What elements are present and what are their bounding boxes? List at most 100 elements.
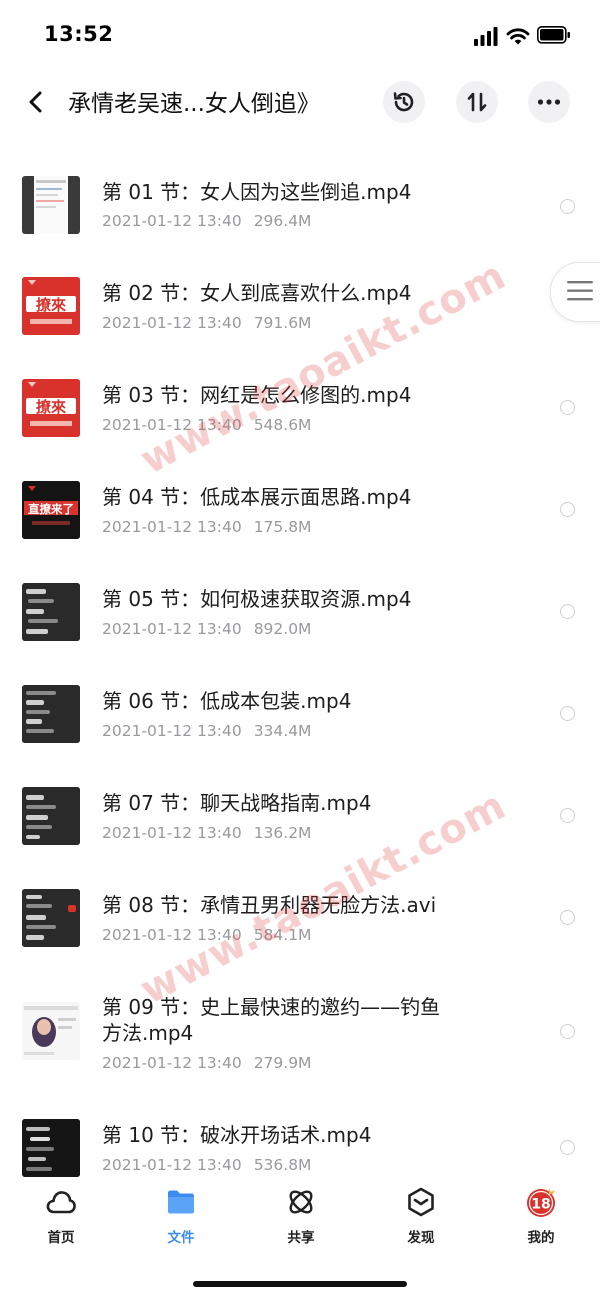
video-thumbnail — [22, 787, 80, 845]
tab-home[interactable]: 首页 — [21, 1186, 101, 1246]
select-radio[interactable] — [560, 502, 575, 517]
file-date: 2021-01-12 13:40 — [102, 1156, 242, 1174]
share-orbit-icon — [289, 1190, 313, 1214]
file-name: 第 05 节：如何极速获取资源.mp4 — [102, 587, 412, 611]
file-meta: 2021-01-12 13:40 279.9M — [102, 1054, 311, 1072]
file-meta: 2021-01-12 13:40 334.4M — [102, 722, 311, 740]
file-size: 791.6M — [253, 314, 312, 332]
discover-icon — [408, 1187, 434, 1217]
file-size: 892.0M — [253, 620, 312, 638]
select-radio[interactable] — [560, 808, 575, 823]
file-size: 296.4M — [253, 212, 312, 230]
status-time: 13:52 — [44, 22, 114, 46]
file-size: 536.8M — [253, 1156, 312, 1174]
tab-share[interactable]: 共享 — [261, 1186, 341, 1246]
select-radio[interactable] — [560, 1140, 575, 1155]
avatar-18-icon: 18 — [527, 1188, 555, 1217]
tab-label: 共享 — [287, 1230, 315, 1246]
file-name: 第 04 节：低成本展示面思路.mp4 — [102, 485, 412, 509]
video-thumbnail — [22, 1002, 80, 1060]
file-row[interactable]: 第 05 节：如何极速获取资源.mp4 2021-01-12 13:40 892.… — [0, 580, 600, 650]
history-button[interactable] — [383, 81, 425, 123]
file-size: 334.4M — [253, 722, 312, 740]
video-thumbnail: 直撩来了 — [22, 481, 80, 539]
sort-arrows-icon — [467, 92, 487, 112]
tab-files[interactable]: 文件 — [141, 1186, 221, 1246]
page-title: 承情老吴速...女人倒追》 — [68, 91, 320, 117]
video-thumbnail: 撩來 — [22, 379, 80, 437]
file-name: 第 02 节：女人到底喜欢什么.mp4 — [102, 281, 412, 305]
file-meta: 2021-01-12 13:40 548.6M — [102, 416, 311, 434]
thumbnail-title: 撩來 — [36, 296, 66, 314]
status-bar: 13:52 — [0, 0, 600, 70]
navigation-bar: 承情老吴速...女人倒追》 — [0, 72, 600, 132]
file-row[interactable]: 第 06 节：低成本包装.mp4 2021-01-12 13:40 334.4M — [0, 682, 600, 752]
file-name: 第 03 节：网红是怎么修图的.mp4 — [102, 383, 412, 407]
video-thumbnail — [22, 1119, 80, 1177]
file-name: 第 01 节：女人因为这些倒追.mp4 — [102, 180, 412, 204]
file-row[interactable]: 第 09 节：史上最快速的邀约——钓鱼 方法.mp4 2021-01-12 13… — [0, 988, 600, 1084]
file-meta: 2021-01-12 13:40 136.2M — [102, 824, 311, 842]
video-thumbnail — [22, 889, 80, 947]
select-radio[interactable] — [560, 706, 575, 721]
file-meta: 2021-01-12 13:40 791.6M — [102, 314, 311, 332]
file-size: 136.2M — [253, 824, 312, 842]
tab-label: 我的 — [527, 1230, 555, 1246]
file-date: 2021-01-12 13:40 — [102, 620, 242, 638]
side-menu-button[interactable] — [550, 262, 600, 322]
file-date: 2021-01-12 13:40 — [102, 926, 242, 944]
file-size: 548.6M — [253, 416, 312, 434]
file-meta: 2021-01-12 13:40 892.0M — [102, 620, 311, 638]
file-name: 第 07 节：聊天战略指南.mp4 — [102, 791, 372, 815]
tab-label: 发现 — [407, 1230, 435, 1246]
wifi-icon — [506, 28, 530, 45]
file-date: 2021-01-12 13:40 — [102, 824, 242, 842]
file-date: 2021-01-12 13:40 — [102, 1054, 242, 1072]
select-radio[interactable] — [560, 604, 575, 619]
file-name: 第 08 节：承情丑男利器无脸方法.avi — [102, 893, 437, 917]
file-row[interactable]: 第 08 节：承情丑男利器无脸方法.avi 2021-01-12 13:40 58… — [0, 886, 600, 956]
file-row[interactable]: 直撩来了 第 04 节：低成本展示面思路.mp4 2021-01-12 13:4… — [0, 478, 600, 548]
select-radio[interactable] — [560, 1024, 575, 1039]
video-thumbnail — [22, 583, 80, 641]
file-row[interactable]: 撩來 第 02 节：女人到底喜欢什么.mp4 2021-01-12 13:40 7… — [0, 274, 600, 344]
file-name: 第 09 节：史上最快速的邀约——钓鱼 — [102, 995, 441, 1019]
bottom-tab-bar: 首页 文件 共享 发现 18 我的 — [0, 1180, 600, 1260]
folder-icon — [168, 1190, 194, 1214]
select-radio[interactable] — [560, 400, 575, 415]
battery-icon — [537, 26, 570, 44]
file-row[interactable]: 第 10 节：破冰开场话术.mp4 2021-01-12 13:40 536.8M — [0, 1116, 600, 1186]
more-dots-icon — [537, 99, 561, 105]
file-date: 2021-01-12 13:40 — [102, 416, 242, 434]
file-date: 2021-01-12 13:40 — [102, 314, 242, 332]
file-size: 584.1M — [253, 926, 312, 944]
select-radio[interactable] — [560, 199, 575, 214]
back-button[interactable] — [20, 86, 52, 118]
file-size: 175.8M — [253, 518, 312, 536]
file-meta: 2021-01-12 13:40 296.4M — [102, 212, 311, 230]
file-meta: 2021-01-12 13:40 584.1M — [102, 926, 311, 944]
file-date: 2021-01-12 13:40 — [102, 722, 242, 740]
file-date: 2021-01-12 13:40 — [102, 518, 242, 536]
more-button[interactable] — [528, 81, 570, 123]
thumbnail-title: 直撩来了 — [28, 502, 74, 516]
chevron-left-icon — [29, 91, 42, 113]
sort-button[interactable] — [456, 81, 498, 123]
file-row[interactable]: 第 07 节：聊天战略指南.mp4 2021-01-12 13:40 136.2M — [0, 784, 600, 854]
cloud-icon — [46, 1191, 76, 1214]
menu-lines-icon — [567, 281, 593, 301]
video-thumbnail — [22, 685, 80, 743]
video-thumbnail: 撩來 — [22, 277, 80, 335]
tab-me[interactable]: 18 我的 — [501, 1186, 581, 1246]
home-indicator[interactable] — [193, 1281, 407, 1287]
file-name: 第 10 节：破冰开场话术.mp4 — [102, 1123, 372, 1147]
file-row[interactable]: 撩來 第 03 节：网红是怎么修图的.mp4 2021-01-12 13:40 5… — [0, 376, 600, 446]
select-radio[interactable] — [560, 910, 575, 925]
cellular-signal-icon — [474, 27, 498, 46]
history-icon — [393, 92, 414, 112]
tab-discover[interactable]: 发现 — [381, 1186, 461, 1246]
file-row[interactable]: 第 01 节：女人因为这些倒追.mp4 2021-01-12 13:40 296.… — [0, 172, 600, 242]
svg-text:18: 18 — [531, 1197, 550, 1213]
tab-label: 文件 — [167, 1230, 195, 1246]
tab-label: 首页 — [47, 1230, 75, 1246]
